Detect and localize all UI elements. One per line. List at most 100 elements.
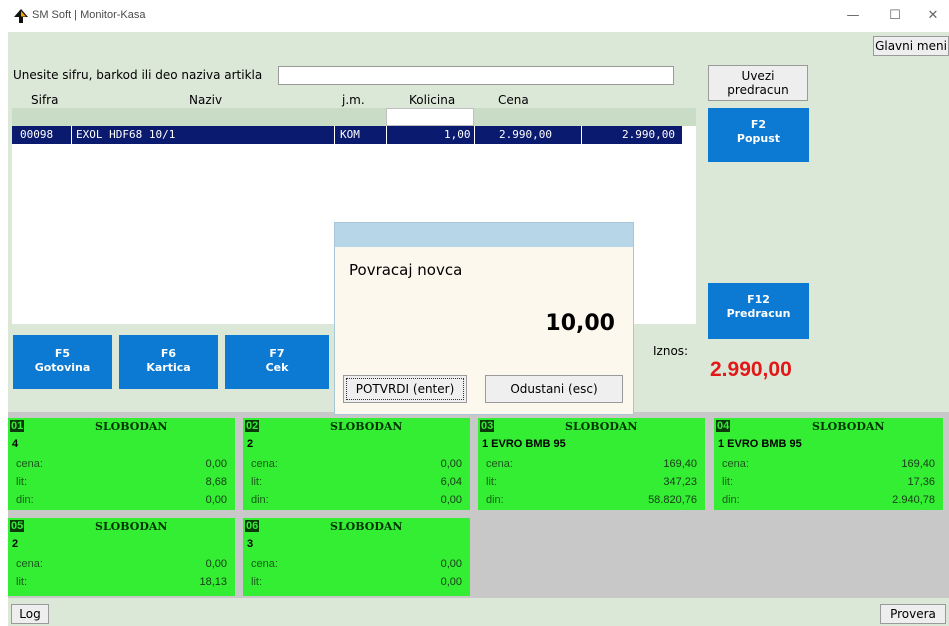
pump-din-label: din:: [251, 494, 269, 506]
pump-number: 04: [716, 420, 731, 432]
pump-status: SLOBODAN: [95, 420, 168, 433]
pump-lit-label: lit:: [16, 576, 27, 588]
dialog-titlebar: [335, 223, 633, 247]
column-header-naziv: Naziv: [189, 93, 223, 107]
cell-naziv: EXOL HDF68 10/1: [76, 128, 176, 141]
log-button[interactable]: Log: [11, 604, 49, 624]
cell-jm: KOM: [340, 128, 360, 141]
pump-cena-label: cena:: [722, 458, 749, 470]
cheque-key: F7: [269, 347, 285, 360]
predracun-label: Predracun: [726, 307, 791, 320]
cell-separator: [386, 126, 387, 144]
pump-cena-label: cena:: [251, 458, 278, 470]
cell-cena: 2.990,00: [499, 128, 552, 141]
pump-number: 03: [480, 420, 495, 432]
main-menu-button[interactable]: Glavni meni: [873, 36, 949, 56]
pump-din: 0,00: [440, 494, 462, 506]
predracun-button[interactable]: F12 Predracun: [708, 283, 809, 339]
pump-line: 4: [12, 438, 19, 450]
pump-cena: 169,40: [901, 458, 935, 470]
pump-cena-label: cena:: [16, 558, 43, 570]
pump-tile-01[interactable]: 01 SLOBODAN 4 cena: 0,00 lit: 8,68 din: …: [8, 418, 235, 510]
pump-tile-05[interactable]: 05 SLOBODAN 2 cena: 0,00 lit: 18,13: [8, 518, 235, 596]
pump-lit-label: lit:: [486, 476, 497, 488]
pump-tile-04[interactable]: 04 SLOBODAN 1 EVRO BMB 95 cena: 169,40 l…: [714, 418, 943, 510]
check-button[interactable]: Provera: [880, 604, 946, 624]
pump-lit-label: lit:: [16, 476, 27, 488]
predracun-key: F12: [747, 293, 770, 306]
pump-lit: 8,68: [205, 476, 227, 488]
pump-lit-label: lit:: [722, 476, 733, 488]
pump-tile-03[interactable]: 03 SLOBODAN 1 EVRO BMB 95 cena: 169,40 l…: [478, 418, 705, 510]
close-button[interactable]: ✕: [918, 6, 948, 26]
pump-number: 06: [245, 520, 260, 532]
pump-line: 1 EVRO BMB 95: [482, 438, 566, 450]
table-row[interactable]: 00098 EXOL HDF68 10/1 KOM 1,00 2.990,00 …: [12, 126, 682, 144]
total-amount: 2.990,00: [710, 358, 792, 381]
discount-button[interactable]: F2 Popust: [708, 108, 809, 162]
pump-number: 02: [245, 420, 260, 432]
cell-separator: [334, 126, 335, 144]
cash-button[interactable]: F5 Gotovina: [13, 335, 112, 389]
cell-separator: [474, 126, 475, 144]
pump-cena: 0,00: [205, 458, 227, 470]
pump-lit: 17,36: [907, 476, 935, 488]
change-dialog: Povracaj novca 10,00 POTVRDI (enter) Odu…: [334, 222, 634, 415]
window-title: SM Soft | Monitor-Kasa: [32, 9, 146, 21]
cash-label: Gotovina: [34, 361, 91, 374]
cancel-button[interactable]: Odustani (esc): [485, 375, 623, 403]
table-edit-strip: [12, 108, 696, 126]
column-header-kolicina: Kolicina: [409, 93, 456, 107]
cell-kolicina: 1,00: [444, 128, 471, 141]
column-header-sifra: Sifra: [31, 93, 59, 107]
cash-key: F5: [54, 347, 71, 360]
search-label: Unesite sifru, barkod ili deo naziva art…: [13, 68, 263, 82]
pump-lit: 6,04: [440, 476, 462, 488]
quantity-edit-cell[interactable]: [386, 108, 474, 126]
pump-line: 2: [12, 538, 19, 550]
cheque-label: Cek: [265, 361, 289, 374]
cheque-button[interactable]: F7 Cek: [225, 335, 329, 389]
pump-status: SLOBODAN: [95, 520, 168, 533]
pump-panel: 01 SLOBODAN 4 cena: 0,00 lit: 8,68 din: …: [8, 412, 949, 598]
maximize-button[interactable]: ☐: [880, 6, 910, 26]
total-label: Iznos:: [653, 344, 689, 358]
import-predracun-label: Uvezi predracun: [727, 69, 789, 97]
pump-status: SLOBODAN: [330, 520, 403, 533]
card-button[interactable]: F6 Kartica: [119, 335, 218, 389]
discount-key: F2: [750, 118, 767, 131]
pump-lit-label: lit:: [251, 476, 262, 488]
pump-status: SLOBODAN: [565, 420, 638, 433]
pump-cena: 169,40: [663, 458, 697, 470]
pump-line: 1 EVRO BMB 95: [718, 438, 802, 450]
pump-cena-label: cena:: [486, 458, 513, 470]
cell-iznos: 2.990,00: [622, 128, 675, 141]
pump-cena: 0,00: [440, 458, 462, 470]
minimize-button[interactable]: —: [838, 6, 868, 26]
cell-separator: [71, 126, 72, 144]
import-predracun-button[interactable]: Uvezi predracun: [708, 65, 808, 101]
app-arrow-icon: [14, 9, 28, 23]
pump-tile-06[interactable]: 06 SLOBODAN 3 cena: 0,00 lit: 0,00: [243, 518, 470, 596]
column-header-jm: j.m.: [342, 93, 365, 107]
cell-separator: [581, 126, 582, 144]
pump-status: SLOBODAN: [812, 420, 885, 433]
card-label: Kartica: [146, 361, 191, 374]
discount-label: Popust: [736, 132, 781, 145]
pump-lit: 0,00: [440, 576, 462, 588]
search-input[interactable]: [278, 66, 674, 85]
confirm-button[interactable]: POTVRDI (enter): [343, 375, 467, 403]
pump-din-label: din:: [16, 494, 34, 506]
pump-din: 58.820,76: [648, 494, 697, 506]
pump-number: 05: [10, 520, 25, 532]
window-titlebar: SM Soft | Monitor-Kasa — ☐ ✕: [0, 0, 949, 32]
pump-tile-02[interactable]: 02 SLOBODAN 2 cena: 0,00 lit: 6,04 din: …: [243, 418, 470, 510]
dialog-label: Povracaj novca: [349, 261, 463, 279]
pump-din-label: din:: [486, 494, 504, 506]
pump-din-label: din:: [722, 494, 740, 506]
pump-lit: 18,13: [199, 576, 227, 588]
pump-cena: 0,00: [205, 558, 227, 570]
status-bar: Log Provera: [8, 598, 949, 626]
pump-din: 2.940,78: [892, 494, 935, 506]
column-header-cena: Cena: [498, 93, 529, 107]
